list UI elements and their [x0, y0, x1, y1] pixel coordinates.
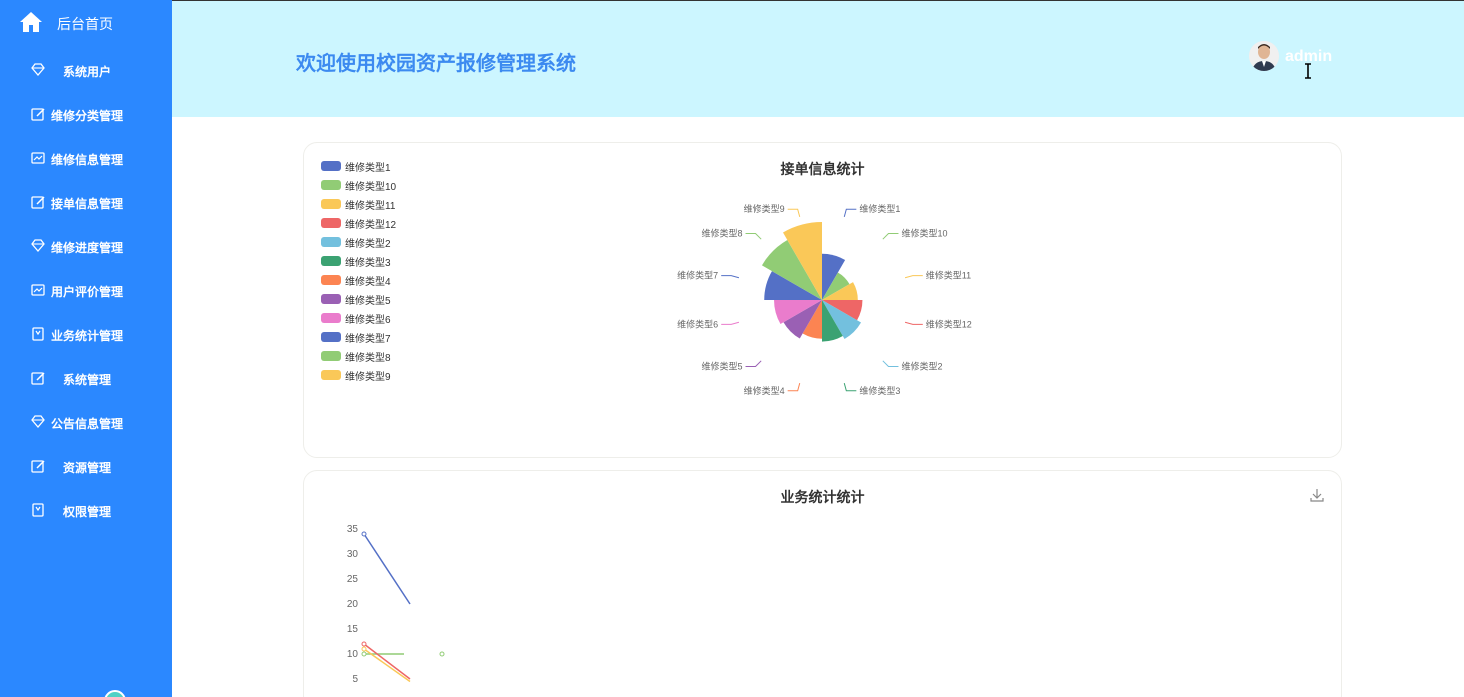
pie-slice-label: 维修类型11	[926, 270, 971, 281]
text-cursor-icon	[1305, 63, 1311, 79]
sidebar-item-label: 系统用户	[62, 65, 111, 79]
y-tick-label: 5	[352, 674, 358, 685]
sidebar-item-10[interactable]: 资源管理	[0, 444, 172, 488]
sidebar-item-1[interactable]: 系统用户	[0, 48, 172, 92]
pie-label-line	[745, 233, 762, 240]
pie-slice-label: 维修类型9	[744, 203, 785, 214]
sidebar-home[interactable]: 后台首页	[0, 0, 172, 44]
y-tick-label: 30	[347, 549, 359, 560]
pie-slice-label: 维修类型6	[677, 318, 718, 329]
pie-label-line	[843, 382, 857, 392]
sidebar-item-label: 维修分类管理	[50, 109, 123, 123]
sidebar-item-4[interactable]: 接单信息管理	[0, 180, 172, 224]
series-point[interactable]	[361, 531, 367, 537]
series-point[interactable]	[361, 651, 367, 657]
series-point[interactable]	[361, 641, 367, 647]
pie-slice-label: 维修类型10	[901, 228, 947, 239]
pie-slice-label: 维修类型7	[677, 270, 718, 281]
sidebar-item-label: 维修信息管理	[50, 153, 123, 167]
y-tick-label: 25	[347, 574, 359, 585]
sidebar-item-label: 资源管理	[62, 461, 111, 475]
pie-label-line	[721, 321, 740, 325]
pie-label-line	[843, 208, 857, 218]
pie-chart: 维修类型1 维修类型10 维修类型11 维修类型12 维修类型2 维修类型3 维修类型4 维修…	[677, 203, 972, 396]
pie-chart-card: 维修类型1 维修类型10 维修类型11 维修类型12 维修类型2 维修类型3 维修类型4 维修…	[303, 142, 1342, 458]
y-tick-label: 20	[347, 599, 359, 610]
pie-label-line	[904, 321, 923, 325]
header: 欢迎使用校园资产报修管理系统 admin	[172, 0, 1464, 117]
chat-bubble-icon[interactable]	[104, 690, 126, 697]
series-point[interactable]	[439, 651, 445, 657]
page-title: 欢迎使用校园资产报修管理系统	[296, 53, 576, 75]
pie-slice-label: 维修类型5	[702, 360, 743, 371]
series-line	[363, 643, 411, 680]
sidebar: 后台首页 系统用户维修分类管理 维修信息管理 接单信息管理 维修进度管理 用户评价管理业…	[0, 0, 172, 697]
pie-label-line	[882, 233, 899, 240]
sidebar-item-label: 维修进度管理	[50, 241, 123, 255]
avatar[interactable]	[1249, 41, 1279, 71]
home-icon	[20, 12, 42, 32]
pie-label-line	[721, 275, 740, 279]
pie-label-line	[882, 360, 899, 367]
y-tick-label: 10	[347, 649, 359, 660]
sidebar-item-label: 业务统计管理	[50, 329, 123, 343]
pie-label-line	[787, 208, 801, 218]
sidebar-item-8[interactable]: 系统管理	[0, 356, 172, 400]
sidebar-item-11[interactable]: 权限管理	[0, 488, 172, 532]
pie-label-line	[904, 275, 923, 279]
series-point[interactable]	[361, 646, 367, 652]
sidebar-item-label: 权限管理	[62, 505, 111, 519]
app-root: 后台首页 系统用户维修分类管理 维修信息管理 接单信息管理 维修进度管理 用户评价管理业…	[0, 0, 1464, 697]
pie-slice-label: 维修类型1	[859, 203, 900, 214]
sidebar-item-7[interactable]: 业务统计管理	[0, 312, 172, 356]
sidebar-item-label: 用户评价管理	[50, 285, 123, 299]
line-chart-card: 业务统计统计 5 10 15 20 25 30 35	[303, 470, 1342, 697]
sidebar-item-label: 接单信息管理	[50, 197, 123, 211]
y-tick-label: 35	[347, 524, 359, 535]
sidebar-item-9[interactable]: 公告信息管理	[0, 400, 172, 444]
pie-label-line	[787, 382, 801, 392]
sidebar-item-2[interactable]: 维修分类管理	[0, 92, 172, 136]
user-avatar-icon	[1249, 41, 1279, 71]
line-chart: 5 10 15 20 25 30 35	[347, 524, 445, 685]
pie-label-line	[745, 360, 762, 367]
pie-slice-label: 维修类型8	[702, 228, 743, 239]
pie-slice-label: 维修类型4	[744, 385, 785, 396]
sidebar-item-label: 公告信息管理	[50, 417, 123, 431]
sidebar-item-3[interactable]: 维修信息管理	[0, 136, 172, 180]
sidebar-item-6[interactable]: 用户评价管理	[0, 268, 172, 312]
sidebar-item-5[interactable]: 维修进度管理	[0, 224, 172, 268]
sidebar-home-label: 后台首页	[57, 16, 113, 32]
sidebar-item-label: 系统管理	[62, 373, 111, 387]
pie-slice-label: 维修类型2	[901, 360, 942, 371]
series-line	[363, 533, 411, 605]
pie-slice-label: 维修类型3	[859, 385, 900, 396]
y-tick-label: 15	[347, 624, 359, 635]
pie-slice-label: 维修类型12	[926, 318, 972, 329]
